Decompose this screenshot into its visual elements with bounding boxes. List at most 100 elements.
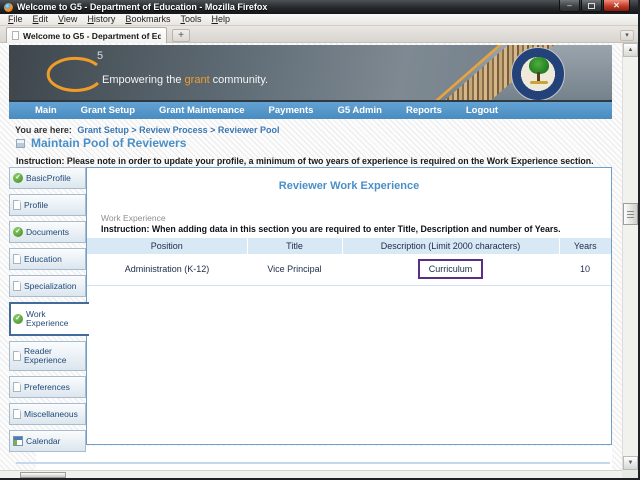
tab-list-button[interactable]: ▾: [620, 30, 634, 41]
title-bar: Welcome to G5 - Department of Education …: [0, 0, 638, 14]
new-tab-button[interactable]: +: [172, 29, 190, 42]
web-page: 5 Empowering the grant community. Main G…: [0, 43, 622, 470]
footer-band: [36, 446, 612, 470]
sidebar-item-preferences[interactable]: Preferences: [9, 376, 86, 398]
menu-help[interactable]: Help: [206, 14, 235, 25]
browser-viewport: 5 Empowering the grant community. Main G…: [0, 43, 638, 478]
close-button[interactable]: ✕: [603, 0, 630, 12]
cell-position: Administration (K-12): [87, 254, 247, 285]
check-icon: ✓: [13, 173, 23, 183]
sidebar-item-label: Calendar: [26, 437, 61, 446]
horizontal-scroll-thumb[interactable]: [20, 472, 66, 478]
firefox-icon: [4, 3, 13, 12]
check-icon: ✓: [13, 227, 23, 237]
profile-instruction: Instruction: Please note in order to upd…: [16, 156, 608, 166]
sidebar-item-label: BasicProfile: [26, 174, 71, 183]
menu-file[interactable]: File: [3, 14, 28, 25]
menu-edit[interactable]: Edit: [28, 14, 54, 25]
seal-banner-ribbon: [530, 81, 548, 84]
page-icon: [13, 281, 21, 291]
footer-divider: [16, 462, 610, 464]
sidebar-item-label: Preferences: [24, 383, 70, 392]
header-title: Title: [247, 238, 342, 254]
cell-description: Curriculum: [342, 254, 559, 285]
table-row: Administration (K-12) Vice Principal Cur…: [87, 254, 611, 285]
scrollbar-corner: [622, 470, 638, 478]
panel-title: Reviewer Work Experience: [87, 180, 611, 192]
breadcrumb-prefix: You are here:: [15, 125, 72, 135]
page-icon: [13, 351, 21, 361]
sidebar-item-label: Miscellaneous: [24, 410, 78, 419]
sidebar-item-label: Profile: [24, 201, 48, 210]
nav-main[interactable]: Main: [23, 105, 69, 116]
page-icon: [12, 31, 19, 40]
sidebar-item-reader-experience[interactable]: Reader Experience: [9, 341, 86, 371]
banner-tagline: Empowering the grant community.: [102, 74, 268, 86]
tagline-pre: Empowering the: [102, 74, 185, 86]
maximize-button[interactable]: [581, 0, 602, 12]
cell-years: 10: [559, 254, 611, 285]
sidebar-item-calendar[interactable]: Calendar: [9, 430, 86, 452]
page-icon: [13, 382, 21, 392]
close-icon: ✕: [613, 2, 620, 10]
profile-sidebar: ✓ BasicProfile Profile ✓ Documents Educa…: [9, 167, 86, 452]
active-tab[interactable]: Welcome to G5 - Department of Edu...: [6, 27, 167, 43]
section-label: Work Experience: [101, 213, 611, 223]
work-experience-table: Position Title Description (Limit 2000 c…: [87, 238, 611, 286]
menu-bar: File Edit View History Bookmarks Tools H…: [0, 14, 638, 26]
minimize-icon: –: [567, 2, 571, 10]
annotation-highlight-box[interactable]: Curriculum: [418, 259, 484, 279]
menu-tools[interactable]: Tools: [175, 14, 206, 25]
nav-reports[interactable]: Reports: [394, 105, 454, 116]
sidebar-item-specialization[interactable]: Specialization: [9, 275, 86, 297]
nav-logout[interactable]: Logout: [454, 105, 510, 116]
sidebar-item-miscellaneous[interactable]: Miscellaneous: [9, 403, 86, 425]
maximize-icon: [588, 3, 595, 9]
menu-bookmarks[interactable]: Bookmarks: [120, 14, 175, 25]
sidebar-item-education[interactable]: Education: [9, 248, 86, 270]
table-header-row: Position Title Description (Limit 2000 c…: [87, 238, 611, 254]
sidebar-item-basicprofile[interactable]: ✓ BasicProfile: [9, 167, 86, 189]
scroll-up-button[interactable]: ▲: [623, 43, 638, 57]
sidebar-item-label: Specialization: [24, 282, 76, 291]
tab-bar: Welcome to G5 - Department of Edu... + ▾: [0, 26, 638, 43]
window-title: Welcome to G5 - Department of Education …: [17, 2, 267, 12]
scroll-down-button[interactable]: ▼: [623, 456, 638, 470]
g5-banner: 5 Empowering the grant community.: [9, 45, 612, 102]
check-icon: ✓: [13, 314, 23, 324]
tagline-post: community.: [210, 74, 268, 86]
nav-payments[interactable]: Payments: [257, 105, 326, 116]
page-icon: [13, 254, 21, 264]
sidebar-item-label: Documents: [26, 228, 69, 237]
sidebar-item-work-experience[interactable]: ✓ Work Experience: [9, 302, 89, 336]
nav-grant-maintenance[interactable]: Grant Maintenance: [147, 105, 257, 116]
g5-logo-five: 5: [97, 50, 103, 62]
page-title-row: Maintain Pool of Reviewers: [16, 136, 186, 150]
header-years: Years: [559, 238, 611, 254]
tagline-grant: grant: [185, 74, 210, 86]
sidebar-item-label: Reader Experience: [24, 347, 83, 365]
menu-view[interactable]: View: [53, 14, 82, 25]
breadcrumb: You are here: Grant Setup > Review Proce…: [15, 125, 279, 135]
work-experience-panel: Reviewer Work Experience Work Experience…: [86, 167, 612, 445]
menu-history[interactable]: History: [82, 14, 120, 25]
nav-grant-setup[interactable]: Grant Setup: [69, 105, 147, 116]
header-description: Description (Limit 2000 characters): [342, 238, 559, 254]
section-marker-icon: [16, 139, 25, 148]
header-position: Position: [87, 238, 247, 254]
sidebar-item-label: Work Experience: [26, 310, 87, 328]
sidebar-item-label: Education: [24, 255, 62, 264]
sidebar-item-profile[interactable]: Profile: [9, 194, 86, 216]
horizontal-scrollbar[interactable]: [0, 470, 622, 478]
breadcrumb-path[interactable]: Grant Setup > Review Process > Reviewer …: [77, 125, 279, 135]
main-nav-bar: Main Grant Setup Grant Maintenance Payme…: [9, 102, 612, 119]
minimize-button[interactable]: –: [559, 0, 580, 12]
section-instruction: Instruction: When adding data in this se…: [101, 224, 611, 234]
browser-window: Welcome to G5 - Department of Education …: [0, 0, 640, 480]
vertical-scroll-thumb[interactable]: [623, 203, 638, 225]
page-icon: [13, 409, 21, 419]
vertical-scrollbar[interactable]: ▲ ▼: [622, 43, 638, 470]
page-icon: [13, 200, 21, 210]
nav-g5-admin[interactable]: G5 Admin: [325, 105, 394, 116]
sidebar-item-documents[interactable]: ✓ Documents: [9, 221, 86, 243]
